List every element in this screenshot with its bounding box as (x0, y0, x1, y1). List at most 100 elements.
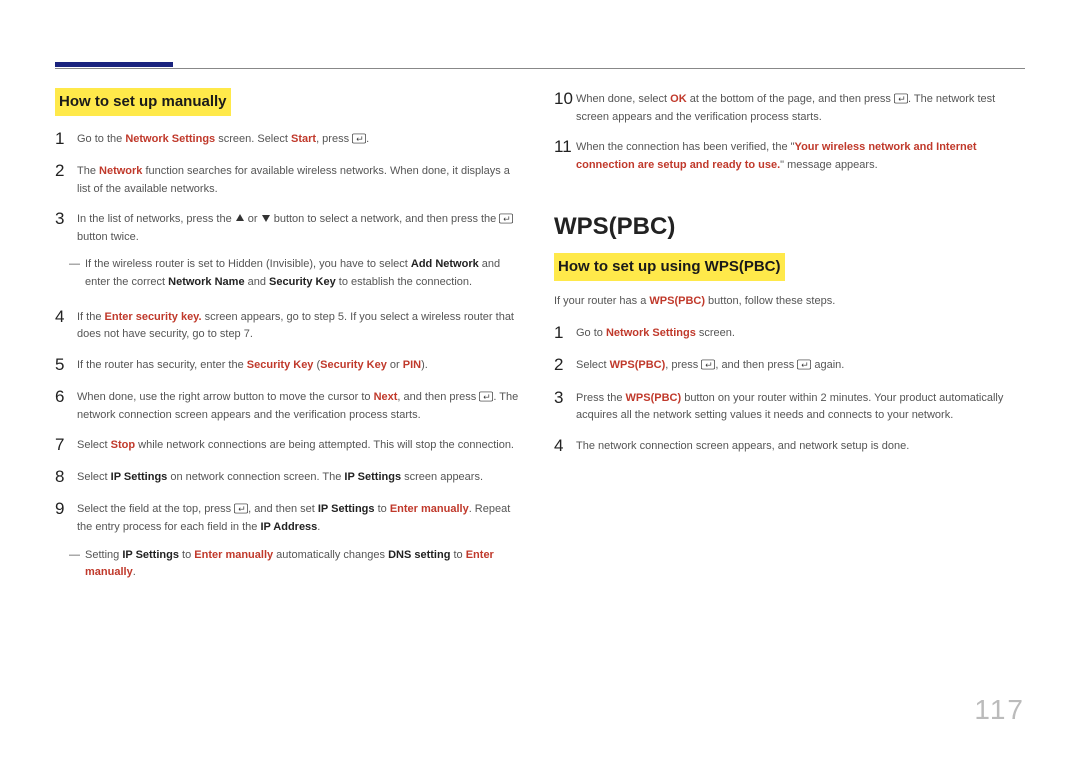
step-num: 11 (554, 136, 576, 158)
t: When done, use the right arrow button to… (77, 391, 374, 403)
up-arrow-icon (235, 213, 245, 223)
step-num: 1 (55, 128, 77, 150)
step-num: 3 (554, 387, 576, 409)
step-num: 10 (554, 88, 576, 110)
step-num: 2 (554, 354, 576, 376)
step-body: In the list of networks, press the or bu… (77, 208, 526, 246)
step-num: 3 (55, 208, 77, 230)
t: Select the field at the top, press (77, 503, 234, 515)
t: The network connection screen appears, a… (576, 440, 909, 452)
step-1: 1 Go to the Network Settings screen. Sel… (55, 128, 526, 150)
step-body: Press the WPS(PBC) button on your router… (576, 387, 1025, 425)
enter-icon (479, 391, 493, 402)
t: Enter manually (390, 503, 469, 515)
t: If the router has security, enter the (77, 359, 247, 371)
t: screen appears. (401, 471, 483, 483)
t: Network Name (168, 276, 244, 288)
step-body: Select Stop while network connections ar… (77, 434, 526, 455)
t: and (245, 276, 269, 288)
t: OK (670, 93, 687, 105)
step-num: 7 (55, 434, 77, 456)
t: IP Settings (122, 549, 179, 561)
t: Select (77, 439, 111, 451)
t: Security Key (269, 276, 336, 288)
t: Enter manually (194, 549, 273, 561)
t: If your router has a (554, 295, 649, 307)
t: on network connection screen. The (167, 471, 344, 483)
enter-icon (499, 213, 513, 224)
step-10: 10 When done, select OK at the bottom of… (554, 88, 1025, 126)
t: automatically changes (273, 549, 388, 561)
step-num: 2 (55, 160, 77, 182)
t: Network Settings (125, 133, 215, 145)
heading-wpspbc: WPS(PBC) (554, 208, 1025, 246)
t: Stop (111, 439, 135, 451)
t: , press (665, 359, 701, 371)
wps-intro: If your router has a WPS(PBC) button, fo… (554, 293, 1025, 311)
t: while network connections are being atte… (135, 439, 514, 451)
heading-wps-setup: How to set up using WPS(PBC) (554, 253, 785, 281)
t: button twice. (77, 231, 139, 243)
t: Next (374, 391, 398, 403)
step-body: Select IP Settings on network connection… (77, 466, 526, 487)
step-body: Go to the Network Settings screen. Selec… (77, 128, 526, 149)
step-8: 8 Select IP Settings on network connecti… (55, 466, 526, 488)
step-6: 6 When done, use the right arrow button … (55, 386, 526, 424)
t: at the bottom of the page, and then pres… (687, 93, 894, 105)
t: . (133, 566, 136, 578)
wps-step-4: 4 The network connection screen appears,… (554, 435, 1025, 457)
t: , and then set (248, 503, 318, 515)
t: Setting (85, 549, 122, 561)
t: Press the (576, 392, 626, 404)
right-column: 10 When done, select OK at the bottom of… (554, 60, 1025, 596)
t: to (179, 549, 194, 561)
step-num: 1 (554, 322, 576, 344)
page-number: 117 (974, 688, 1025, 733)
t: Go to the (77, 133, 125, 145)
enter-icon (352, 133, 366, 144)
t: PIN (403, 359, 421, 371)
page-body: How to set up manually 1 Go to the Netwo… (0, 0, 1080, 636)
t: " message appears. (780, 159, 877, 171)
t: , and then press (715, 359, 797, 371)
step-3: 3 In the list of networks, press the or … (55, 208, 526, 246)
t: button, follow these steps. (705, 295, 835, 307)
t: In the list of networks, press the (77, 213, 235, 225)
step-body: When the connection has been verified, t… (576, 136, 1025, 174)
left-column: How to set up manually 1 Go to the Netwo… (55, 60, 526, 596)
t: screen. Select (215, 133, 291, 145)
t: Add Network (411, 258, 479, 270)
step-9: 9 Select the field at the top, press , a… (55, 498, 526, 536)
step-body: The network connection screen appears, a… (576, 435, 1025, 456)
step-body: If the router has security, enter the Se… (77, 354, 526, 375)
step-num: 4 (55, 306, 77, 328)
t: Enter security key. (105, 311, 202, 323)
t: IP Address (260, 521, 317, 533)
t: Security Key (320, 359, 387, 371)
t: WPS(PBC) (649, 295, 705, 307)
t: function searches for available wireless… (77, 165, 510, 195)
enter-icon (234, 503, 248, 514)
enter-icon (701, 359, 715, 370)
step-5: 5 If the router has security, enter the … (55, 354, 526, 376)
step-num: 6 (55, 386, 77, 408)
step-2: 2 The Network function searches for avai… (55, 160, 526, 198)
t: , press (316, 133, 352, 145)
t: WPS(PBC) (610, 359, 666, 371)
accent-bar (55, 62, 173, 67)
t: ). (421, 359, 428, 371)
t: again. (811, 359, 844, 371)
t: Network Settings (606, 327, 696, 339)
step-body: Select the field at the top, press , and… (77, 498, 526, 536)
t: Select (576, 359, 610, 371)
note-ip-dns: Setting IP Settings to Enter manually au… (55, 547, 526, 582)
t: , and then press (397, 391, 479, 403)
t: to establish the connection. (336, 276, 472, 288)
t: If the wireless router is set to Hidden … (85, 258, 411, 270)
step-num: 4 (554, 435, 576, 457)
t: . (366, 133, 369, 145)
t: Go to (576, 327, 606, 339)
note-hidden-router: If the wireless router is set to Hidden … (55, 256, 526, 291)
t: or (387, 359, 403, 371)
step-11: 11 When the connection has been verified… (554, 136, 1025, 174)
